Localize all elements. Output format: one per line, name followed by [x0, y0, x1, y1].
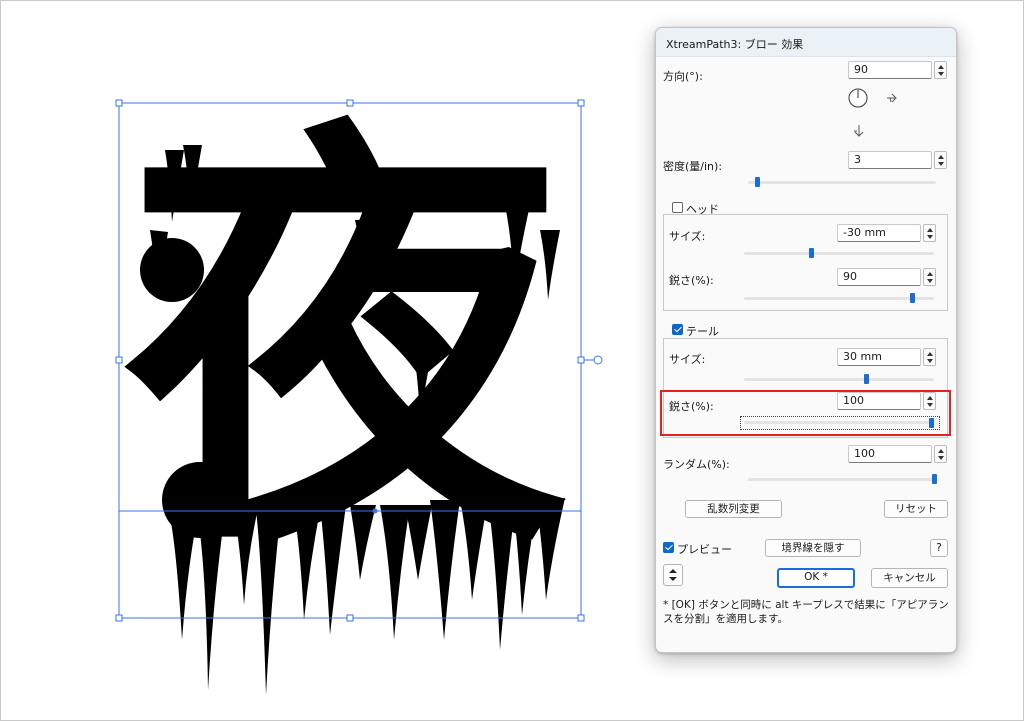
tail-sharpness-label: 鋭さ(%):: [669, 400, 714, 413]
density-slider-thumb[interactable]: [755, 177, 760, 187]
reset-button[interactable]: リセット: [884, 500, 948, 518]
dialog-title: XtreamPath3: ブロー 効果: [666, 38, 804, 51]
direction-dial-icon[interactable]: [846, 86, 870, 110]
tail-label: テール: [686, 325, 719, 338]
density-label: 密度(量/in):: [663, 160, 723, 173]
expand-toggle-button[interactable]: [663, 564, 683, 586]
direction-spinner[interactable]: [934, 61, 947, 79]
preview-label: プレビュー: [677, 543, 732, 556]
head-sharpness-label: 鋭さ(%):: [669, 274, 714, 287]
head-sharpness-slider-track[interactable]: [744, 297, 934, 300]
direction-right-icon[interactable]: [884, 91, 900, 105]
drip-blob: [162, 462, 238, 538]
density-spinner[interactable]: [934, 151, 947, 169]
random-spinner[interactable]: [934, 445, 947, 463]
alt-key-note: * [OK] ボタンと同時に alt キープレスで結果に「アピアランスを分割」を…: [663, 599, 949, 625]
head-size-input[interactable]: -30 mm: [837, 224, 921, 242]
cancel-button[interactable]: キャンセル: [871, 568, 948, 588]
density-input[interactable]: 3: [848, 151, 932, 169]
drop-blob: [140, 238, 204, 302]
head-sharpness-slider-thumb[interactable]: [910, 293, 915, 303]
tail-sharpness-slider-track[interactable]: [744, 421, 934, 424]
direction-label: 方向(°):: [663, 70, 703, 83]
random-input[interactable]: 100: [848, 445, 932, 463]
tail-sharpness-input[interactable]: 100: [837, 392, 921, 410]
head-size-spinner[interactable]: [923, 224, 936, 242]
artwork-svg[interactable]: 夜: [0, 0, 640, 721]
tail-checkbox[interactable]: [672, 324, 683, 335]
updown-icon: [669, 569, 677, 581]
head-size-slider-track[interactable]: [744, 252, 934, 255]
head-checkbox[interactable]: [672, 202, 683, 213]
head-sharpness-input[interactable]: 90: [837, 268, 921, 286]
head-sharpness-spinner[interactable]: [923, 268, 936, 286]
direction-input[interactable]: 90: [848, 61, 932, 79]
dialog-titlebar[interactable]: XtreamPath3: ブロー 効果: [656, 28, 956, 57]
random-label: ランダム(%):: [663, 458, 730, 471]
tail-size-label: サイズ:: [669, 353, 706, 366]
tail-size-input[interactable]: 30 mm: [837, 348, 921, 366]
tail-size-spinner[interactable]: [923, 348, 936, 366]
blow-effect-dialog[interactable]: XtreamPath3: ブロー 効果 方向(°): 90 密度(量/in): …: [655, 27, 957, 653]
tail-size-slider-track[interactable]: [744, 378, 934, 381]
tail-sharpness-slider-thumb[interactable]: [929, 418, 934, 428]
density-slider-track[interactable]: [748, 181, 936, 184]
direction-down-icon[interactable]: [851, 123, 867, 139]
head-size-slider-thumb[interactable]: [809, 248, 814, 258]
shuffle-button[interactable]: 乱数列変更: [685, 500, 782, 518]
head-size-label: サイズ:: [669, 230, 706, 243]
hide-bounds-button[interactable]: 境界線を隠す: [765, 539, 861, 557]
artboard[interactable]: 夜: [0, 0, 640, 721]
ok-button[interactable]: OK *: [777, 568, 855, 588]
help-button[interactable]: ?: [930, 539, 948, 557]
preview-checkbox[interactable]: [663, 542, 674, 553]
random-slider-thumb[interactable]: [932, 474, 937, 484]
tail-sharpness-spinner[interactable]: [923, 392, 936, 410]
tail-size-slider-thumb[interactable]: [864, 374, 869, 384]
random-slider-track[interactable]: [748, 478, 936, 481]
